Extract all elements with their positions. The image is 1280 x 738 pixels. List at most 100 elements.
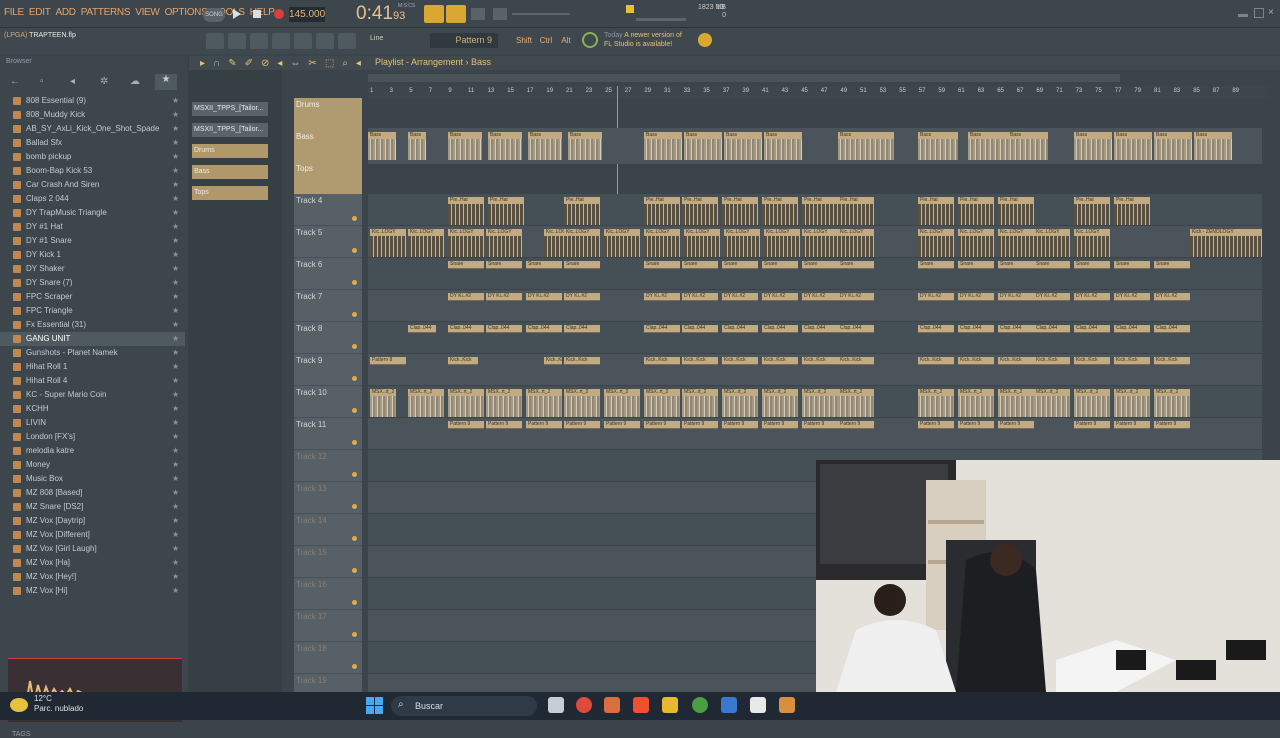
online-news-icon[interactable] [698,33,712,47]
track-header[interactable]: Track 15 [294,546,362,578]
browser-item[interactable]: FPC Triangle ★ [0,304,185,318]
browser-item[interactable]: MZ Vox [Ha] ★ [0,556,185,570]
arrow-icon[interactable]: ▸ [200,58,205,69]
favorite-star-icon[interactable]: ★ [172,444,179,458]
playlist-clip[interactable]: Pie..Hat [644,197,680,225]
playlist-clip[interactable]: MSX..rt_2 [802,389,838,417]
weather-icon[interactable] [10,698,28,712]
favorite-star-icon[interactable]: ★ [172,570,179,584]
track-lane[interactable]: Pattern 9 Pattern 9 Pattern 9 Pattern 9 Patt… [368,418,1262,450]
favorite-star-icon[interactable]: ★ [172,164,179,178]
playlist-clip[interactable]: Clap..044 [682,325,718,333]
browser-item[interactable]: MZ Vox [Hey!] ★ [0,570,185,584]
track-header[interactable]: Track 8 [294,322,362,354]
playlist-icon[interactable] [206,33,224,49]
playlist-clip[interactable]: Pattern 8 [370,357,406,365]
favorite-star-icon[interactable]: ★ [172,220,179,234]
playlist-clip[interactable]: Pattern 9 [486,421,522,429]
slip-icon[interactable]: ⇔ [290,58,300,69]
playlist-clip[interactable]: MSX..rt_2 [722,389,758,417]
track-mute-icon[interactable] [352,280,357,285]
playlist-clip[interactable]: Clap..044 [722,325,758,333]
playlist-clip[interactable]: Snare [682,261,718,269]
fl-studio-active-icon[interactable] [779,697,795,713]
playlist-clip[interactable]: Pie..Hat [998,197,1034,225]
browser-item[interactable]: DY #1 Snare ★ [0,234,185,248]
timeline-ruler[interactable]: 1 3 5 7 9 11 13 15 17 19 21 23 25 27 29 31 33 35 37 39 41 43 4… [368,86,1268,98]
minimize-icon[interactable] [1238,14,1248,17]
playlist-clip[interactable]: Pattern 9 [722,421,758,429]
xbox-icon[interactable] [692,697,708,713]
playlist-clip[interactable]: Kick..Kick [1034,357,1070,365]
track-lane[interactable]: MSX..rt_2 MSX..rt_2 MSX..rt_2 MSX..rt_2 MSX.… [368,386,1262,418]
playlist-clip[interactable]: Pie..Hat [1074,197,1110,225]
playlist-clip[interactable]: Pattern 9 [1114,421,1150,429]
playlist-clip[interactable]: Snare [486,261,522,269]
playlist-clip[interactable]: DY Ki..#2 [1154,293,1190,301]
playlist-clip[interactable]: Kick..Kick [998,357,1034,365]
playlist-clip[interactable]: Pie..Hat [762,197,798,225]
menu-add[interactable]: ADD [56,7,77,18]
playlist-clip[interactable]: MSX..rt_2 [1114,389,1150,417]
playlist-clip[interactable]: Pie..Hat [958,197,994,225]
track-header[interactable]: Track 18 [294,642,362,674]
track-mute-icon[interactable] [352,216,357,221]
playlist-clip[interactable]: Kic..LOGY [1074,229,1110,257]
menu-file[interactable]: FILE [4,7,24,18]
browser-item[interactable]: Car Crash And Siren ★ [0,178,185,192]
picker-item[interactable]: Bass [192,165,268,179]
playlist-clip[interactable]: MSX..rt_2 [1074,389,1110,417]
track-mute-icon[interactable] [352,408,357,413]
playlist-clip[interactable]: Kick..Kick [918,357,954,365]
picker-item[interactable]: Tops [192,186,268,200]
track-header[interactable]: Track 10 [294,386,362,418]
playlist-clip[interactable]: Snare [918,261,954,269]
playlist-clip[interactable]: MSX..rt_2 [526,389,562,417]
favorite-star-icon[interactable]: ★ [172,150,179,164]
browser-item[interactable]: Hihat Roll 4 ★ [0,374,185,388]
play-icon[interactable] [230,7,244,21]
playlist-clip[interactable]: Kick..Kick [838,357,874,365]
track-mute-icon[interactable] [352,568,357,573]
favorite-star-icon[interactable]: ★ [172,388,179,402]
horizontal-scrollbar[interactable] [368,74,1120,82]
master-pitch-slider[interactable] [512,13,570,15]
browser-item[interactable]: MZ 808 [Based] ★ [0,486,185,500]
playlist-clip[interactable]: Kick..Kick [644,357,680,365]
track-lane[interactable]: Clap..044 Clap..044 Clap..044 Clap..044 Clap… [368,322,1262,354]
playlist-clip[interactable]: Pattern 9 [838,421,874,429]
playlist-clip[interactable]: Kick..Kick [802,357,838,365]
stop-icon[interactable] [250,7,264,21]
playlist-clip[interactable]: DY Ki..#2 [722,293,758,301]
playlist-clip[interactable]: Pattern 9 [564,421,600,429]
playlist-clip[interactable]: Kick - ZENOLOGY [1190,229,1262,257]
playlist-clip[interactable]: Kick..Kick [564,357,600,365]
taskbar-search[interactable]: Buscar [391,696,537,716]
playlist-clip[interactable]: MSX..rt_2 [682,389,718,417]
playlist-clip[interactable]: MSX..rt_2 [1034,389,1070,417]
playlist-clip[interactable]: MSX..rt_2 [604,389,640,417]
playlist-clip[interactable]: Snare [1154,261,1190,269]
favorite-star-icon[interactable]: ★ [172,486,179,500]
playlist-clip[interactable]: Kick..Kick [544,357,568,365]
playlist-clip[interactable]: MSX..rt_2 [564,389,600,417]
favorite-star-icon[interactable]: ★ [172,108,179,122]
playlist-clip[interactable]: Kic..LOGY [684,229,720,257]
favorites-star-icon[interactable]: ★ [155,74,177,90]
record-icon[interactable] [272,7,286,21]
track-header[interactable]: Track 5 [294,226,362,258]
playlist-clip[interactable]: Clap..044 [564,325,600,333]
playlist-clip[interactable]: DY Ki..#2 [918,293,954,301]
favorite-star-icon[interactable]: ★ [172,304,179,318]
playlist-clip[interactable]: Clap..044 [1154,325,1190,333]
playlist-clip[interactable]: Clap..044 [762,325,798,333]
browser-item[interactable]: MZ Snare [DS2] ★ [0,500,185,514]
folder-icon[interactable] [662,697,678,713]
playlist-clip[interactable]: MSX..rt_2 [486,389,522,417]
track-mute-icon[interactable] [352,600,357,605]
favorite-star-icon[interactable]: ★ [172,556,179,570]
browser-item[interactable]: DY Shaker ★ [0,262,185,276]
song-mode-toggle[interactable]: SONG [203,8,225,22]
playlist-clip[interactable]: Pie..Hat [838,197,874,225]
countdown-icon[interactable] [492,7,508,21]
